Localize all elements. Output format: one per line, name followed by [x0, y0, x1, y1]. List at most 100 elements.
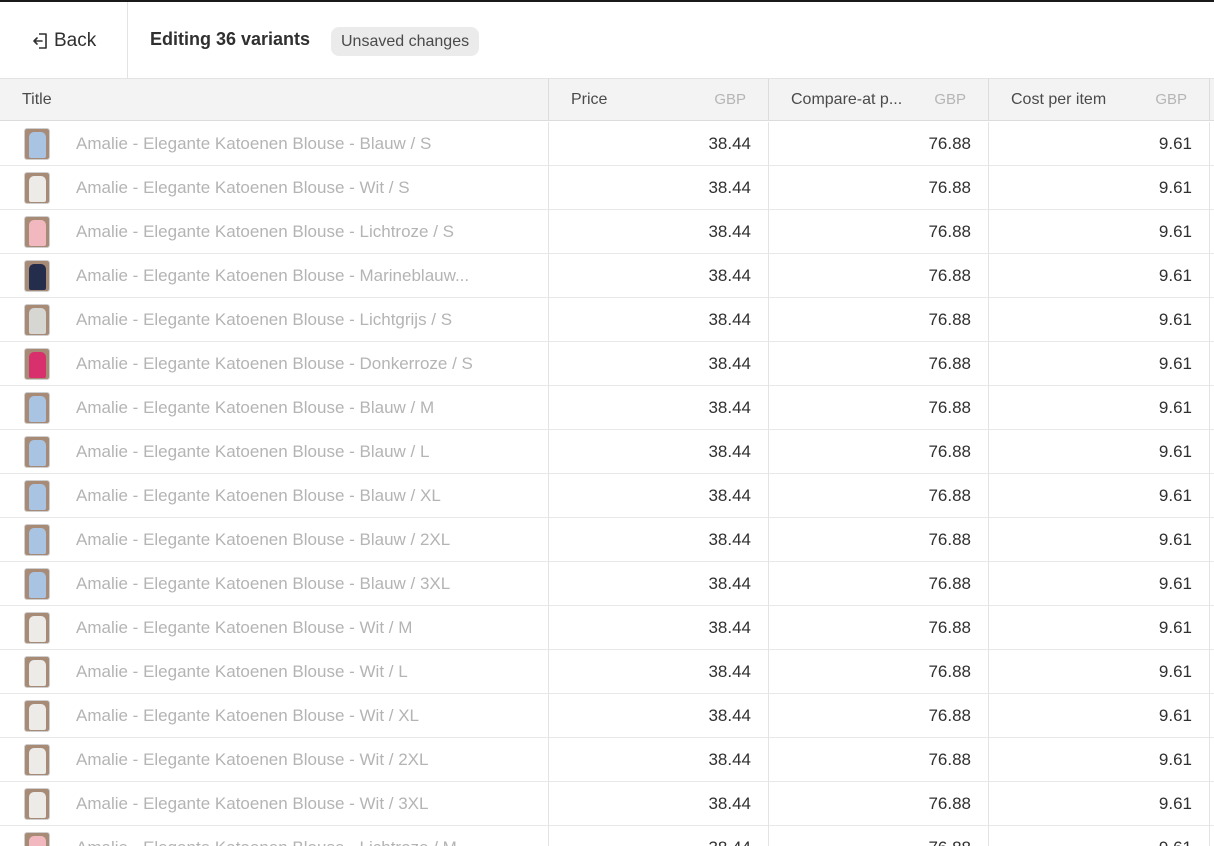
- compare-at-price-cell[interactable]: 76.88: [769, 650, 989, 694]
- price-value: 38.44: [708, 266, 751, 285]
- compare-at-price-cell[interactable]: 76.88: [769, 210, 989, 254]
- compare-at-price-cell[interactable]: 76.88: [769, 386, 989, 430]
- title-cell[interactable]: Amalie - Elegante Katoenen Blouse - Lich…: [0, 298, 549, 342]
- compare-at-price-cell[interactable]: 76.88: [769, 254, 989, 298]
- title-cell[interactable]: Amalie - Elegante Katoenen Blouse - Blau…: [0, 562, 549, 606]
- price-cell[interactable]: 38.44: [549, 210, 769, 254]
- compare-at-price-cell[interactable]: 76.88: [769, 518, 989, 562]
- price-cell[interactable]: 38.44: [549, 342, 769, 386]
- price-cell[interactable]: 38.44: [549, 562, 769, 606]
- column-title-label: Title: [22, 91, 52, 108]
- cost-per-item-cell[interactable]: 9.61: [989, 738, 1210, 782]
- cost-per-item-cell[interactable]: 9.61: [989, 562, 1210, 606]
- title-cell[interactable]: Amalie - Elegante Katoenen Blouse - Wit …: [0, 694, 549, 738]
- table-row[interactable]: Amalie - Elegante Katoenen Blouse - Lich…: [0, 826, 1214, 846]
- table-row[interactable]: Amalie - Elegante Katoenen Blouse - Blau…: [0, 386, 1214, 430]
- compare-at-price-cell[interactable]: 76.88: [769, 122, 989, 166]
- compare-at-price-cell[interactable]: 76.88: [769, 606, 989, 650]
- cost-per-item-cell[interactable]: 9.61: [989, 694, 1210, 738]
- table-row[interactable]: Amalie - Elegante Katoenen Blouse - Wit …: [0, 738, 1214, 782]
- compare-at-price-cell[interactable]: 76.88: [769, 562, 989, 606]
- table-row[interactable]: Amalie - Elegante Katoenen Blouse - Lich…: [0, 298, 1214, 342]
- title-cell[interactable]: Amalie - Elegante Katoenen Blouse - Blau…: [0, 386, 549, 430]
- cost-per-item-cell[interactable]: 9.61: [989, 298, 1210, 342]
- title-cell[interactable]: Amalie - Elegante Katoenen Blouse - Wit …: [0, 650, 549, 694]
- compare-at-price-cell[interactable]: 76.88: [769, 826, 989, 846]
- compare-at-price-cell[interactable]: 76.88: [769, 430, 989, 474]
- cost-per-item-cell[interactable]: 9.61: [989, 826, 1210, 846]
- price-cell[interactable]: 38.44: [549, 650, 769, 694]
- variant-thumbnail: [24, 524, 50, 556]
- back-button[interactable]: Back: [0, 2, 128, 79]
- compare-at-price-cell[interactable]: 76.88: [769, 782, 989, 826]
- price-cell[interactable]: 38.44: [549, 122, 769, 166]
- cost-per-item-cell[interactable]: 9.61: [989, 650, 1210, 694]
- compare-at-price-cell[interactable]: 76.88: [769, 738, 989, 782]
- table-row[interactable]: Amalie - Elegante Katoenen Blouse - Wit …: [0, 694, 1214, 738]
- compare-at-price-cell[interactable]: 76.88: [769, 166, 989, 210]
- table-row[interactable]: Amalie - Elegante Katoenen Blouse - Blau…: [0, 562, 1214, 606]
- title-cell[interactable]: Amalie - Elegante Katoenen Blouse - Wit …: [0, 782, 549, 826]
- table-row[interactable]: Amalie - Elegante Katoenen Blouse - Blau…: [0, 122, 1214, 166]
- variant-title: Amalie - Elegante Katoenen Blouse - Wit …: [76, 750, 429, 769]
- column-header-compare-at-price[interactable]: Compare-at p... GBP: [769, 79, 989, 121]
- price-cell[interactable]: 38.44: [549, 606, 769, 650]
- price-value: 38.44: [708, 222, 751, 241]
- compare-at-price-cell[interactable]: 76.88: [769, 474, 989, 518]
- cost-per-item-cell[interactable]: 9.61: [989, 210, 1210, 254]
- title-cell[interactable]: Amalie - Elegante Katoenen Blouse - Lich…: [0, 826, 549, 846]
- table-row[interactable]: Amalie - Elegante Katoenen Blouse - Blau…: [0, 430, 1214, 474]
- price-cell[interactable]: 38.44: [549, 826, 769, 846]
- price-value: 38.44: [708, 530, 751, 549]
- title-cell[interactable]: Amalie - Elegante Katoenen Blouse - Wit …: [0, 606, 549, 650]
- column-header-cost-per-item[interactable]: Cost per item GBP: [989, 79, 1210, 121]
- price-cell[interactable]: 38.44: [549, 298, 769, 342]
- title-cell[interactable]: Amalie - Elegante Katoenen Blouse - Blau…: [0, 518, 549, 562]
- price-cell[interactable]: 38.44: [549, 386, 769, 430]
- title-cell[interactable]: Amalie - Elegante Katoenen Blouse - Mari…: [0, 254, 549, 298]
- title-cell[interactable]: Amalie - Elegante Katoenen Blouse - Blau…: [0, 430, 549, 474]
- column-header-title[interactable]: Title: [0, 79, 549, 121]
- price-cell[interactable]: 38.44: [549, 166, 769, 210]
- price-cell[interactable]: 38.44: [549, 694, 769, 738]
- cost-per-item-cell[interactable]: 9.61: [989, 474, 1210, 518]
- price-cell[interactable]: 38.44: [549, 518, 769, 562]
- cost-per-item-cell[interactable]: 9.61: [989, 386, 1210, 430]
- price-cell[interactable]: 38.44: [549, 430, 769, 474]
- title-cell[interactable]: Amalie - Elegante Katoenen Blouse - Lich…: [0, 210, 549, 254]
- cost-per-item-cell[interactable]: 9.61: [989, 430, 1210, 474]
- table-row[interactable]: Amalie - Elegante Katoenen Blouse - Blau…: [0, 518, 1214, 562]
- cost-per-item-cell[interactable]: 9.61: [989, 606, 1210, 650]
- price-cell[interactable]: 38.44: [549, 474, 769, 518]
- title-cell[interactable]: Amalie - Elegante Katoenen Blouse - Wit …: [0, 166, 549, 210]
- compare-at-price-cell[interactable]: 76.88: [769, 342, 989, 386]
- compare-at-price-cell[interactable]: 76.88: [769, 298, 989, 342]
- blouse-image: [29, 704, 46, 730]
- variant-title: Amalie - Elegante Katoenen Blouse - Mari…: [76, 266, 470, 285]
- table-row[interactable]: Amalie - Elegante Katoenen Blouse - Wit …: [0, 166, 1214, 210]
- price-cell[interactable]: 38.44: [549, 254, 769, 298]
- table-row[interactable]: Amalie - Elegante Katoenen Blouse - Mari…: [0, 254, 1214, 298]
- title-cell[interactable]: Amalie - Elegante Katoenen Blouse - Blau…: [0, 122, 549, 166]
- table-row[interactable]: Amalie - Elegante Katoenen Blouse - Wit …: [0, 606, 1214, 650]
- title-cell[interactable]: Amalie - Elegante Katoenen Blouse - Blau…: [0, 474, 549, 518]
- variant-title: Amalie - Elegante Katoenen Blouse - Blau…: [76, 134, 432, 153]
- table-row[interactable]: Amalie - Elegante Katoenen Blouse - Donk…: [0, 342, 1214, 386]
- cost-per-item-cell[interactable]: 9.61: [989, 254, 1210, 298]
- title-cell[interactable]: Amalie - Elegante Katoenen Blouse - Donk…: [0, 342, 549, 386]
- price-cell[interactable]: 38.44: [549, 782, 769, 826]
- cost-per-item-cell[interactable]: 9.61: [989, 782, 1210, 826]
- variant-title: Amalie - Elegante Katoenen Blouse - Wit …: [76, 706, 420, 725]
- table-row[interactable]: Amalie - Elegante Katoenen Blouse - Wit …: [0, 650, 1214, 694]
- cost-per-item-cell[interactable]: 9.61: [989, 122, 1210, 166]
- column-header-price[interactable]: Price GBP: [549, 79, 769, 121]
- table-row[interactable]: Amalie - Elegante Katoenen Blouse - Blau…: [0, 474, 1214, 518]
- table-row[interactable]: Amalie - Elegante Katoenen Blouse - Wit …: [0, 782, 1214, 826]
- title-cell[interactable]: Amalie - Elegante Katoenen Blouse - Wit …: [0, 738, 549, 782]
- cost-per-item-cell[interactable]: 9.61: [989, 518, 1210, 562]
- compare-at-price-cell[interactable]: 76.88: [769, 694, 989, 738]
- price-cell[interactable]: 38.44: [549, 738, 769, 782]
- table-row[interactable]: Amalie - Elegante Katoenen Blouse - Lich…: [0, 210, 1214, 254]
- cost-per-item-cell[interactable]: 9.61: [989, 342, 1210, 386]
- cost-per-item-cell[interactable]: 9.61: [989, 166, 1210, 210]
